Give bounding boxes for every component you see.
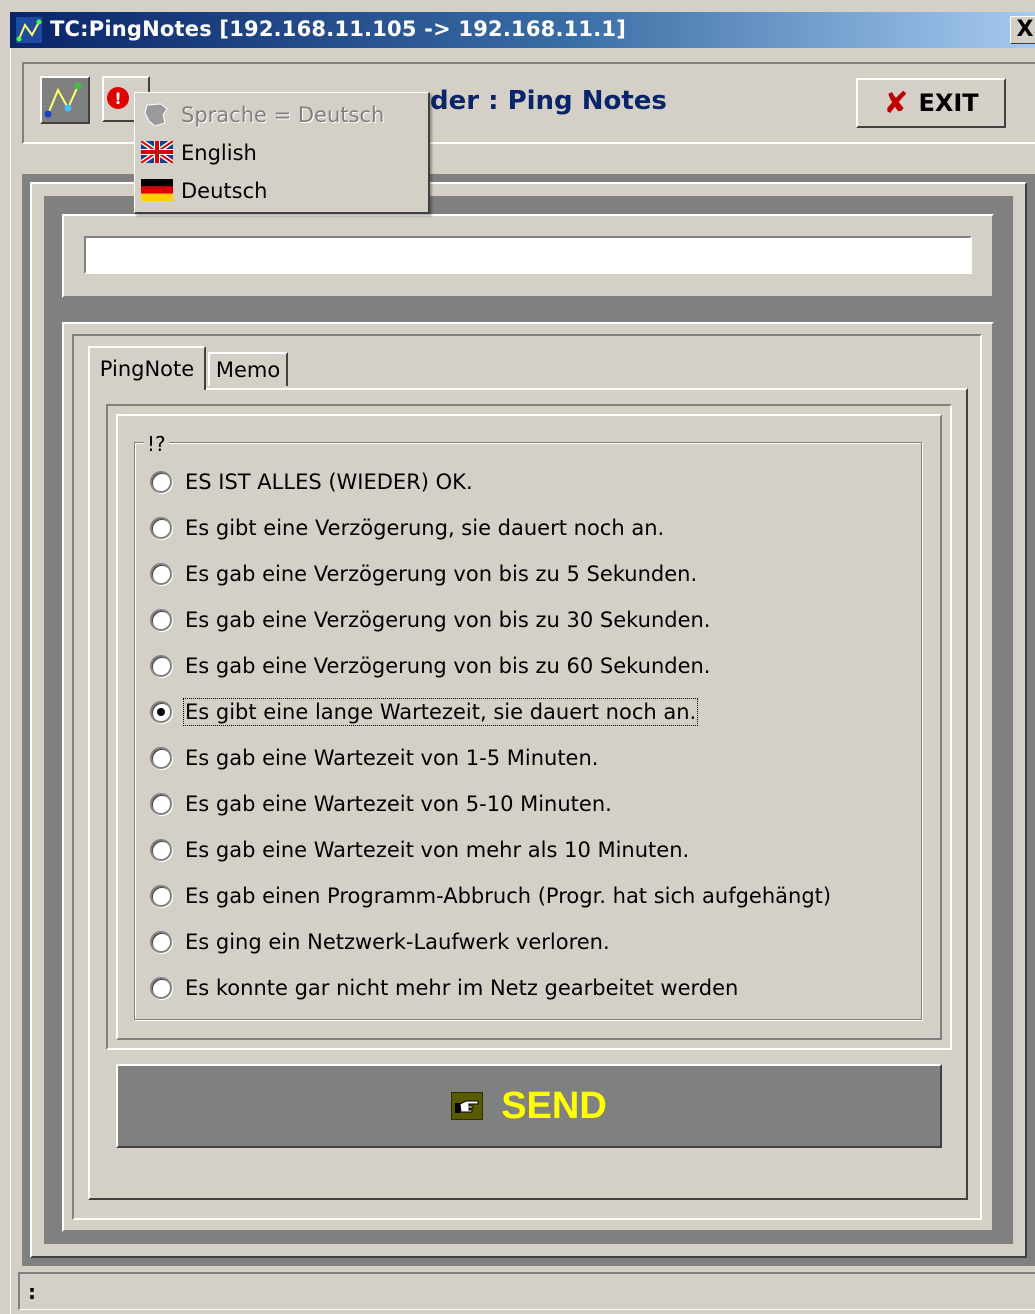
radio-label: Es gab eine Wartezeit von mehr als 10 Mi…: [185, 838, 690, 862]
radio-option[interactable]: Es konnte gar nicht mehr im Netz gearbei…: [150, 968, 738, 1008]
groupbox-caption: !?: [144, 432, 169, 456]
radio-option[interactable]: Es gab eine Verzögerung von bis zu 5 Sek…: [150, 554, 697, 594]
exit-label: EXIT: [918, 89, 979, 117]
red-x-icon: ✘: [883, 85, 909, 121]
radio-label: Es gab eine Verzögerung von bis zu 5 Sek…: [185, 562, 698, 586]
radio-label: Es gibt eine Verzögerung, sie dauert noc…: [185, 516, 665, 540]
svg-text:!: !: [114, 89, 121, 108]
radio-button[interactable]: [150, 609, 172, 631]
pointing-hand-icon: [451, 1092, 484, 1120]
tab-pingnote[interactable]: PingNote: [88, 346, 206, 390]
app-graph-button[interactable]: [40, 76, 90, 124]
radio-button[interactable]: [150, 793, 172, 815]
note-text-input[interactable]: [84, 236, 972, 274]
menu-item-deutsch[interactable]: Deutsch: [141, 173, 267, 209]
radio-option[interactable]: Es gibt eine lange Wartezeit, sie dauert…: [150, 692, 699, 732]
radio-button[interactable]: [150, 517, 172, 539]
send-label: SEND: [501, 1084, 607, 1127]
status-text: :: [28, 1280, 36, 1304]
language-menu: Sprache = Deutsch English Deutsch: [134, 92, 430, 214]
radio-label: Es gab eine Wartezeit von 1-5 Minuten.: [185, 746, 599, 770]
radio-option[interactable]: Es gab einen Programm-Abbruch (Progr. ha…: [150, 876, 831, 916]
app-icon: [16, 17, 42, 43]
radio-button[interactable]: [150, 931, 172, 953]
radio-button[interactable]: [150, 563, 172, 585]
radio-button[interactable]: [150, 655, 172, 677]
radio-label: Es ging ein Netzwerk-Laufwerk verloren.: [185, 930, 610, 954]
radio-label: Es gibt eine lange Wartezeit, sie dauert…: [182, 698, 699, 726]
radio-button[interactable]: [150, 747, 172, 769]
radio-option[interactable]: Es gab eine Wartezeit von 1-5 Minuten.: [150, 738, 598, 778]
exit-button[interactable]: ✘ EXIT: [856, 78, 1006, 128]
send-button[interactable]: SEND: [116, 1064, 942, 1148]
radio-option[interactable]: Es gibt eine Verzögerung, sie dauert noc…: [150, 508, 664, 548]
radio-label: Es gab eine Verzögerung von bis zu 60 Se…: [185, 654, 711, 678]
radio-option[interactable]: Es gab eine Wartezeit von 5-10 Minuten.: [150, 784, 612, 824]
radio-label: Es konnte gar nicht mehr im Netz gearbei…: [185, 976, 739, 1000]
radio-label: Es gab eine Wartezeit von 5-10 Minuten.: [185, 792, 612, 816]
radio-button[interactable]: [150, 839, 172, 861]
radio-option[interactable]: Es gab eine Wartezeit von mehr als 10 Mi…: [150, 830, 689, 870]
window-left-edge: [10, 48, 18, 1314]
radio-label: Es gab einen Programm-Abbruch (Progr. ha…: [185, 884, 832, 908]
radio-option[interactable]: ES IST ALLES (WIEDER) OK.: [150, 462, 473, 502]
menu-item-label: Deutsch: [181, 179, 268, 203]
menu-item-current-language: Sprache = Deutsch: [141, 97, 384, 133]
graph-icon: [42, 78, 88, 122]
radio-option[interactable]: Es gab eine Verzögerung von bis zu 60 Se…: [150, 646, 710, 686]
radio-label: ES IST ALLES (WIEDER) OK.: [185, 470, 473, 494]
header-title: der : Ping Notes: [430, 86, 667, 116]
radio-button[interactable]: [150, 701, 172, 723]
window-close-button[interactable]: X: [1010, 16, 1035, 44]
menu-item-label: English: [181, 141, 257, 165]
radio-label: Es gab eine Verzögerung von bis zu 30 Se…: [185, 608, 711, 632]
window-title: TC:PingNotes [192.168.11.105 -> 192.168.…: [50, 17, 627, 41]
menu-item-label: Sprache = Deutsch: [181, 103, 385, 127]
german-flag-icon: [141, 179, 173, 203]
menu-item-english[interactable]: English: [139, 135, 257, 171]
radio-button[interactable]: [150, 885, 172, 907]
title-bar[interactable]: TC:PingNotes [192.168.11.105 -> 192.168.…: [10, 12, 1035, 48]
radio-option[interactable]: Es ging ein Netzwerk-Laufwerk verloren.: [150, 922, 610, 962]
tab-memo[interactable]: Memo: [208, 352, 288, 386]
map-icon: [141, 103, 173, 127]
radio-option[interactable]: Es gab eine Verzögerung von bis zu 30 Se…: [150, 600, 710, 640]
status-bar: [18, 1272, 1035, 1310]
uk-flag-icon: [139, 138, 175, 166]
radio-button[interactable]: [150, 977, 172, 999]
radio-button[interactable]: [150, 471, 172, 493]
